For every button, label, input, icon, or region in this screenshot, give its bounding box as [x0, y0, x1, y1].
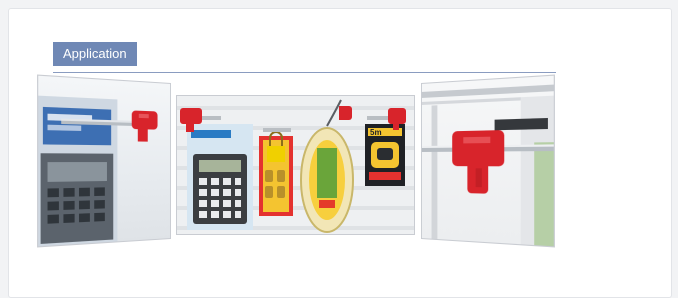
svg-text:5m: 5m: [370, 128, 382, 137]
application-image-hook: [37, 74, 171, 248]
application-image-pegboard: 5m: [176, 95, 415, 235]
title-divider: [53, 72, 556, 73]
section-title: Application: [53, 42, 137, 66]
application-image-stop-lock: [421, 74, 555, 248]
